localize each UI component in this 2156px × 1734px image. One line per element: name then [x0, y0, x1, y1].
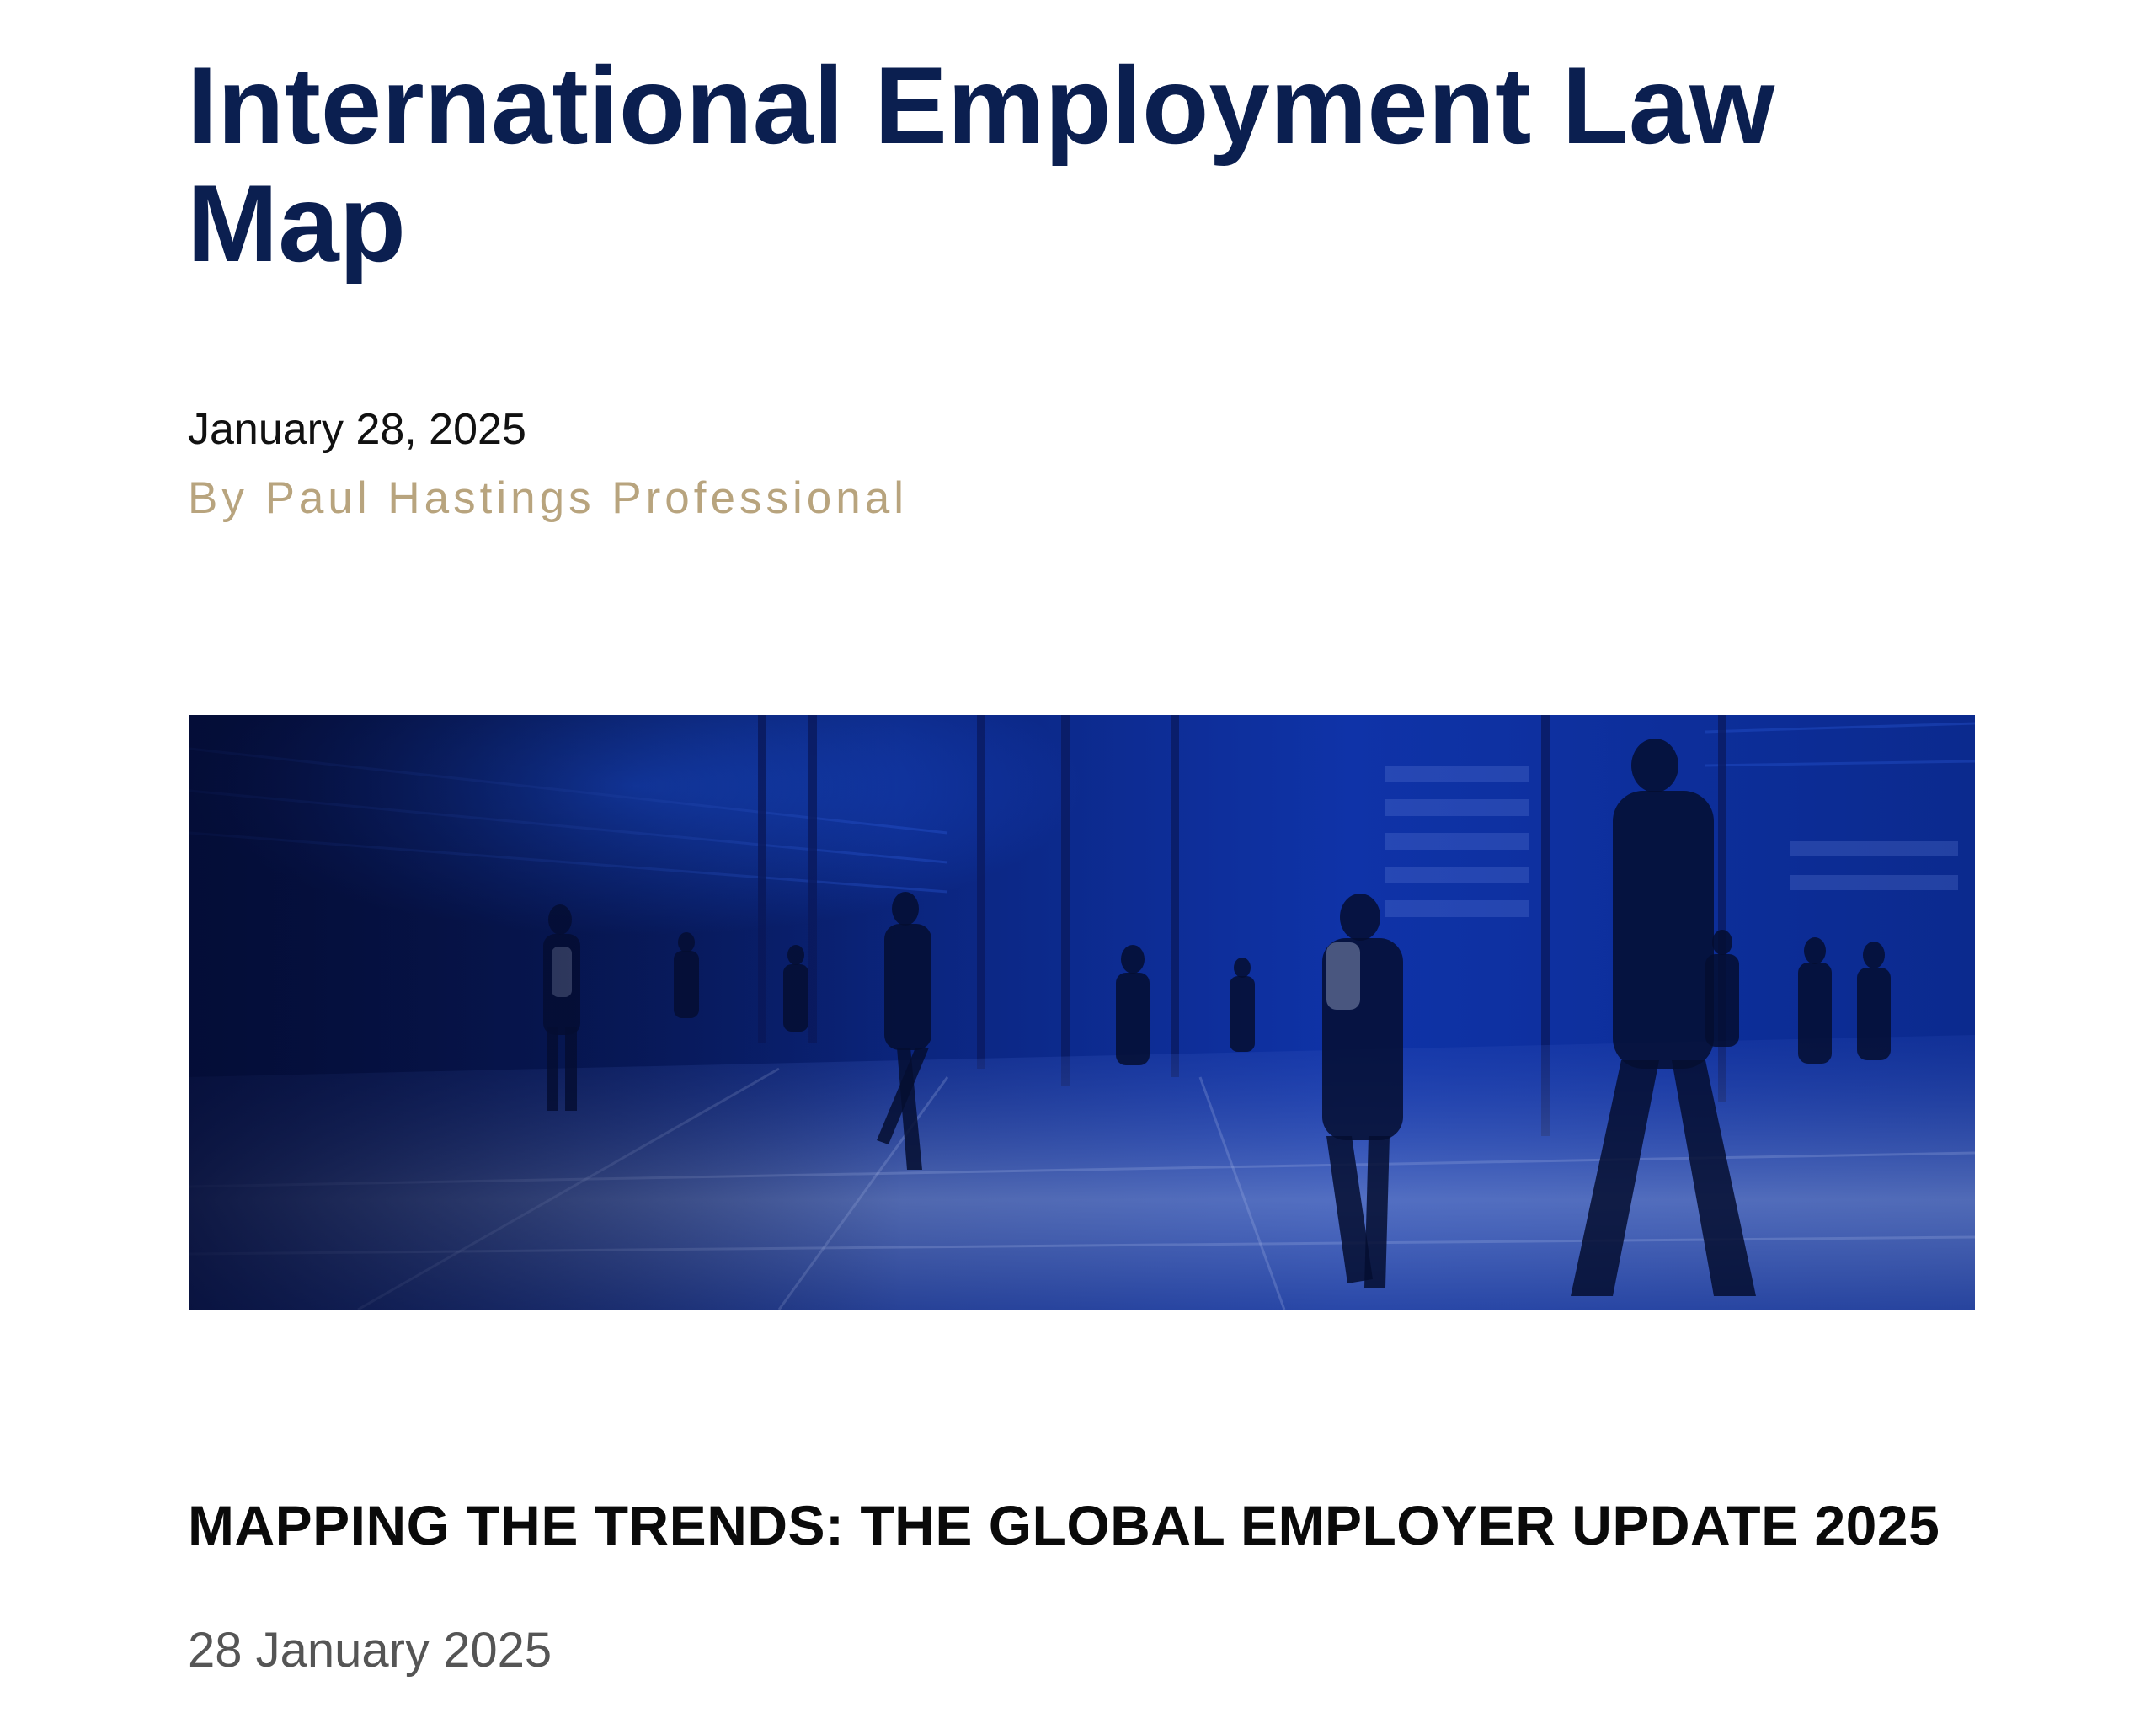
byline-prefix: By — [188, 473, 265, 523]
article-title: International Employment Law Map — [187, 44, 1775, 285]
article-page: International Employment Law Map January… — [0, 0, 2156, 1734]
hero-image — [189, 715, 1975, 1310]
office-commuters-photo-icon — [189, 715, 1975, 1310]
article-byline: By Paul Hastings Professional — [188, 473, 908, 524]
article-date: January 28, 2025 — [188, 405, 526, 454]
author-link[interactable]: Paul Hastings Professional — [265, 473, 908, 523]
section-heading: MAPPING THE TRENDS: THE GLOBAL EMPLOYER … — [188, 1494, 1940, 1556]
section-date: 28 January 2025 — [188, 1623, 552, 1678]
